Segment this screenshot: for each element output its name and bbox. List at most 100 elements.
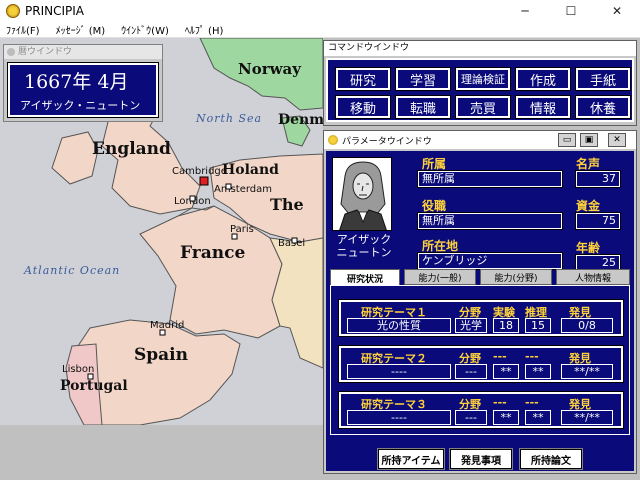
reasoning-label: ---	[525, 396, 539, 409]
research-theme-2: 研究テーマ２ 分野 --- --- 発見 ---- --- ** ** **/*…	[338, 345, 624, 383]
research-theme-value: ----	[347, 364, 451, 379]
cmd-change-job-button[interactable]: 転職	[395, 95, 451, 119]
discovery-value: 0/8	[561, 318, 613, 333]
command-window: コマンドウインドウ 研究 学習 理論検証 作成 手紙 移動 転職 売買 情報 休…	[323, 40, 637, 126]
discovery-value: **/**	[561, 364, 613, 379]
minimize-button[interactable]: ─	[502, 0, 548, 22]
age-label: 年齢	[576, 241, 601, 255]
city-marker-amsterdam	[225, 183, 232, 190]
funds-label: 資金	[576, 199, 601, 213]
map-label-holand: Holand	[222, 162, 279, 178]
cmd-letter-button[interactable]: 手紙	[575, 67, 631, 91]
maximize-button[interactable]: ☐	[548, 0, 594, 22]
current-location-marker	[199, 176, 209, 186]
cmd-study-button[interactable]: 学習	[395, 67, 451, 91]
tab-person-info[interactable]: 人物情報	[556, 269, 630, 285]
experiment-label: ---	[493, 350, 507, 363]
param-close-button[interactable]: ✕	[608, 133, 626, 147]
cmd-create-button[interactable]: 作成	[515, 67, 571, 91]
cmd-trade-button[interactable]: 売買	[455, 95, 511, 119]
cmd-research-button[interactable]: 研究	[335, 67, 391, 91]
map-label-portugal: Portugal	[60, 378, 128, 394]
reasoning-value: **	[525, 410, 551, 425]
parameter-window-caption[interactable]: パラメータウインドウ ▭ ▣ ✕	[324, 131, 636, 149]
window-controls: ─ ☐ ✕	[502, 0, 640, 22]
param-restore-button[interactable]: ▣	[580, 133, 598, 147]
field-value: ---	[455, 364, 487, 379]
tab-ability-field[interactable]: 能力(分野)	[480, 269, 552, 285]
fame-value: 37	[575, 170, 621, 188]
menu-window[interactable]: ｳｲﾝﾄﾞｳ(W)	[121, 22, 169, 37]
tab-ability-general[interactable]: 能力(一般)	[404, 269, 476, 285]
calendar-window: 暦ウインドウ 1667年 4月 アイザック・ニュートン	[3, 44, 163, 122]
map-label-england: England	[92, 139, 171, 159]
discovery-value: **/**	[561, 410, 613, 425]
map-label-denmark: Denm	[278, 112, 323, 128]
experiment-value: 18	[493, 318, 519, 333]
fame-label: 名声	[576, 157, 601, 171]
menu-message[interactable]: ﾒｯｾｰｼﾞ (M)	[56, 22, 106, 37]
city-marker-lisbon	[87, 373, 94, 380]
research-theme-value: 光の性質	[347, 318, 451, 333]
city-marker-basel	[291, 237, 298, 244]
calendar-window-caption[interactable]: 暦ウインドウ	[4, 45, 162, 59]
map-label-the: The	[270, 195, 304, 214]
affiliation-label: 所属	[422, 157, 447, 171]
position-value: 無所属	[417, 212, 563, 230]
funds-value: 75	[575, 212, 621, 230]
cmd-verify-theory-button[interactable]: 理論検証	[455, 67, 511, 91]
menu-bar: ﾌｧｲﾙ(F) ﾒｯｾｰｼﾞ (M) ｳｲﾝﾄﾞｳ(W) ﾍﾙﾌﾟ (H)	[0, 22, 640, 38]
location-label: 所在地	[422, 239, 459, 253]
character-name-line1: アイザック	[336, 233, 392, 246]
reasoning-label: ---	[525, 350, 539, 363]
workspace: North Sea Atlantic Ocean Norway Denm Eng…	[0, 38, 640, 480]
command-window-caption[interactable]: コマンドウインドウ	[324, 41, 636, 56]
map-label-north-sea: North Sea	[195, 112, 262, 125]
reasoning-value: 15	[525, 318, 551, 333]
map-label-paris: Paris	[230, 224, 254, 235]
parameter-window-title: パラメータウインドウ	[342, 137, 432, 147]
menu-help[interactable]: ﾍﾙﾌﾟ (H)	[185, 22, 224, 37]
cmd-info-button[interactable]: 情報	[515, 95, 571, 119]
parameter-panel: アイザック ニュートン 所属 無所属 役職 無所属 所在地 ケンブリッジ 名声 …	[326, 151, 634, 471]
reasoning-value: **	[525, 364, 551, 379]
location-value: ケンブリッジ	[417, 252, 563, 270]
calendar-panel: 1667年 4月 アイザック・ニュートン	[7, 62, 159, 118]
command-panel: 研究 学習 理論検証 作成 手紙 移動 転職 売買 情報 休養	[326, 58, 634, 122]
cmd-move-button[interactable]: 移動	[335, 95, 391, 119]
field-value: ---	[455, 410, 487, 425]
app-title: PRINCIPIA	[25, 4, 84, 18]
character-name: アイザック・ニュートン	[20, 99, 141, 112]
owned-items-button[interactable]: 所持アイテム	[377, 448, 445, 470]
app-icon	[6, 4, 20, 18]
discoveries-button[interactable]: 発見事項	[449, 448, 513, 470]
city-marker-paris	[231, 233, 238, 240]
map-label-lisbon: Lisbon	[62, 364, 94, 375]
map-label-amsterdam: Amsterdam	[214, 184, 272, 195]
map-label-spain: Spain	[134, 345, 188, 365]
research-theme-value: ----	[347, 410, 451, 425]
close-button[interactable]: ✕	[594, 0, 640, 22]
map-label-france: France	[180, 243, 245, 263]
map-label-cambridge: Cambridge	[172, 166, 227, 177]
owned-papers-button[interactable]: 所持論文	[519, 448, 583, 470]
affiliation-value: 無所属	[417, 170, 563, 188]
cmd-rest-button[interactable]: 休養	[575, 95, 631, 119]
map-label-madrid: Madrid	[150, 320, 184, 331]
map-label-norway: Norway	[238, 60, 302, 78]
tab-research-status[interactable]: 研究状況	[330, 269, 400, 286]
parameter-tabs: 研究状況 能力(一般) 能力(分野) 人物情報	[330, 269, 630, 286]
parameter-window: パラメータウインドウ ▭ ▣ ✕ アイザック ニュートン 所属 無所属 役職 無…	[323, 130, 637, 474]
research-status-panel: 研究テーマ１ 分野 実験 推理 発見 光の性質 光学 18 15 0/8 研究テ…	[330, 285, 630, 435]
field-value: 光学	[455, 318, 487, 333]
research-theme-3: 研究テーマ３ 分野 --- --- 発見 ---- --- ** ** **/*…	[338, 391, 624, 429]
menu-file[interactable]: ﾌｧｲﾙ(F)	[6, 22, 40, 37]
city-marker-london	[189, 195, 196, 202]
position-label: 役職	[422, 199, 447, 213]
character-name-block: アイザック ニュートン	[332, 233, 396, 259]
map-label-atlantic: Atlantic Ocean	[23, 264, 120, 277]
experiment-value: **	[493, 410, 519, 425]
newton-portrait	[332, 157, 392, 231]
window-icon	[328, 135, 338, 145]
param-minimize-button[interactable]: ▭	[558, 133, 576, 147]
